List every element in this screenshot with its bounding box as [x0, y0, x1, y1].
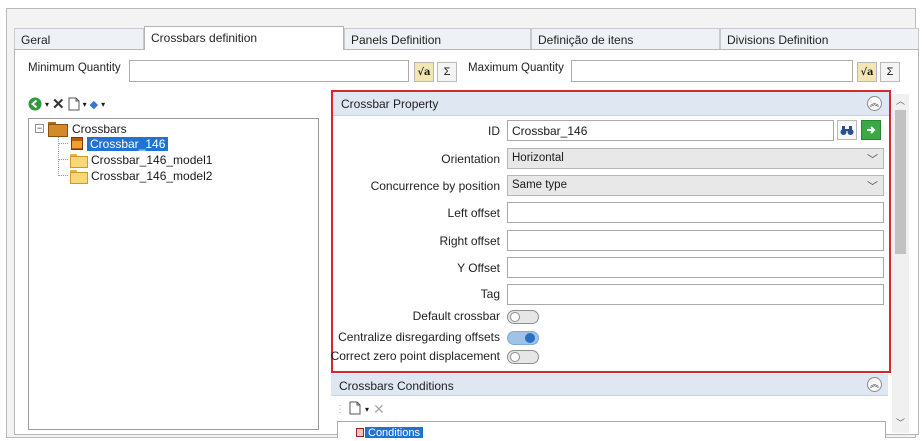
concurrence-value: Same type — [512, 179, 567, 191]
orientation-select[interactable]: Horizontal ﹀ — [507, 148, 884, 169]
go-arrow-icon[interactable] — [861, 120, 881, 140]
crossbars-conditions-title: Crossbars Conditions — [339, 379, 454, 393]
sum-sigma-icon-max[interactable]: Σ — [880, 62, 900, 82]
collapse-icon[interactable]: ︽ — [867, 96, 882, 111]
back-icon[interactable] — [28, 97, 42, 114]
id-input[interactable]: Crossbar_146 — [507, 120, 834, 141]
correct-zero-label: Correct zero point displacement — [330, 349, 500, 363]
new-condition-icon[interactable] — [349, 401, 361, 418]
tree-item-crossbar-146-model1[interactable]: Crossbar_146_model1 — [70, 152, 215, 168]
tab-crossbars-definition[interactable]: Crossbars definition — [144, 26, 344, 50]
chevron-down-icon: ﹀ — [867, 181, 878, 193]
orientation-value: Horizontal — [512, 152, 564, 164]
y-offset-input[interactable] — [507, 257, 884, 278]
condition-icon — [356, 428, 364, 437]
sum-sigma-icon[interactable]: Σ — [437, 62, 457, 82]
scroll-thumb[interactable] — [895, 110, 906, 254]
conditions-list[interactable]: Conditions — [337, 421, 886, 438]
scroll-down-icon[interactable]: ﹀ — [892, 416, 909, 430]
tag-label: Tag — [480, 287, 500, 301]
maximum-quantity-input[interactable] — [571, 60, 853, 82]
concurrence-select[interactable]: Same type ﹀ — [507, 175, 884, 196]
vertical-scrollbar[interactable]: ︿ ﹀ — [892, 94, 909, 433]
right-offset-label: Right offset — [439, 234, 500, 248]
crossbar-icon — [71, 137, 83, 150]
dropdown-arrow-icon[interactable]: ▾ — [365, 405, 369, 414]
dropdown-arrow-icon[interactable]: ▾ — [83, 98, 87, 112]
left-offset-label: Left offset — [447, 206, 500, 220]
dropdown-arrow-icon[interactable]: ▾ — [101, 98, 105, 112]
right-offset-input[interactable] — [507, 230, 884, 251]
collapse-icon[interactable]: ︽ — [867, 377, 882, 392]
crossbar-property-title: Crossbar Property — [341, 97, 439, 111]
chevron-down-icon: ﹀ — [867, 154, 878, 166]
collapse-tree-icon[interactable]: − — [35, 124, 44, 133]
toggle-knob — [510, 312, 520, 322]
tree-root-crossbars[interactable]: − Crossbars — [35, 121, 130, 137]
tree-toolbar: ▾ ✕ ▾ ◆ ▾ — [28, 96, 105, 114]
toggle-knob — [525, 333, 535, 343]
new-document-icon[interactable] — [68, 97, 80, 114]
concurrence-label: Concurrence by position — [370, 179, 500, 193]
tree-item-crossbar-146-model2[interactable]: Crossbar_146_model2 — [70, 168, 215, 184]
y-offset-label: Y Offset — [457, 261, 500, 275]
folder-icon — [70, 169, 88, 184]
left-offset-input[interactable] — [507, 202, 884, 223]
formula-sqrt-icon[interactable]: √a — [414, 62, 434, 82]
default-crossbar-label: Default crossbar — [412, 309, 500, 323]
tab-geral[interactable]: Geral — [14, 28, 144, 49]
tab-strip: Geral Crossbars definition Panels Defini… — [14, 26, 919, 50]
move-down-icon[interactable]: ◆ — [90, 98, 98, 112]
centralize-toggle[interactable] — [507, 331, 539, 345]
orientation-label: Orientation — [441, 152, 500, 166]
tree-connector — [58, 133, 59, 176]
tree-root-label: Crossbars — [72, 121, 127, 136]
tab-panels-definition[interactable]: Panels Definition — [344, 28, 531, 49]
id-label: ID — [488, 124, 500, 138]
dropdown-arrow-icon[interactable]: ▾ — [45, 98, 49, 112]
scroll-up-icon[interactable]: ︿ — [892, 94, 909, 108]
crossbars-folder-icon — [48, 122, 68, 137]
conditions-toolbar: ⋮ ▾ ✕ — [335, 399, 385, 419]
tree-connector — [58, 175, 68, 176]
tree-connector — [58, 159, 68, 160]
toggle-knob — [510, 352, 520, 362]
centralize-label: Centralize disregarding offsets — [338, 330, 500, 344]
tree-item-label: Crossbar_146_model1 — [91, 152, 213, 167]
toolbar-grip: ⋮ — [335, 403, 345, 415]
condition-item[interactable]: Conditions — [365, 427, 423, 438]
minimum-quantity-input[interactable] — [129, 60, 409, 82]
delete-condition-icon[interactable]: ✕ — [373, 401, 385, 418]
search-binoculars-icon[interactable] — [837, 120, 857, 140]
delete-icon[interactable]: ✕ — [52, 97, 65, 112]
tree-item-label: Crossbar_146_model2 — [91, 168, 213, 183]
tab-definicao-de-itens[interactable]: Definição de itens — [531, 28, 720, 49]
correct-zero-toggle[interactable] — [507, 350, 539, 364]
folder-icon — [70, 153, 88, 168]
crossbar-property-header[interactable]: Crossbar Property — [333, 92, 889, 116]
maximum-quantity-label: Maximum Quantity — [468, 62, 564, 74]
tree-item-label: Crossbar_146 — [85, 135, 170, 152]
crossbars-conditions-header[interactable]: Crossbars Conditions — [331, 374, 888, 396]
tree-connector — [58, 143, 68, 144]
tab-divisions-definition[interactable]: Divisions Definition — [720, 28, 919, 49]
default-crossbar-toggle[interactable] — [507, 310, 539, 324]
tag-input[interactable] — [507, 284, 884, 305]
minimum-quantity-label: Minimum Quantity — [28, 62, 121, 74]
tree-item-crossbar-146[interactable]: Crossbar_146 — [71, 135, 170, 152]
formula-sqrt-icon-max[interactable]: √a — [857, 62, 877, 82]
